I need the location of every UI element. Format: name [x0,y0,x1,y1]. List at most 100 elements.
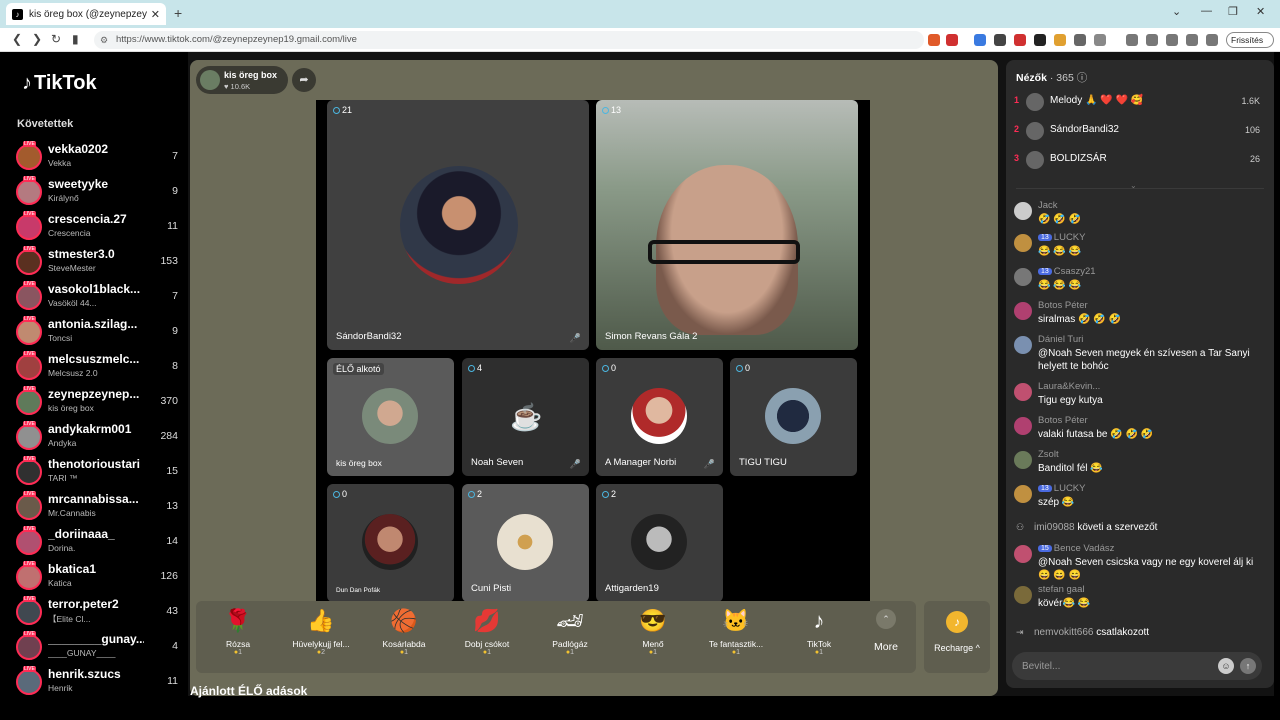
tab-search-icon[interactable]: ⌄ [1172,5,1181,18]
close-tab-icon[interactable]: ✕ [151,8,160,21]
followed-account[interactable]: LIVE ________gunay... ____GUNAY____ 4 [16,631,182,665]
vpn-icon[interactable] [1206,34,1218,46]
recommended-lives-title: Ajánlott ÉLŐ adások [190,684,308,698]
restore-icon[interactable]: ❐ [1228,5,1238,18]
system-username[interactable]: imi09088 [1034,522,1075,533]
account-name: vekka0202 [48,142,109,156]
sidepanel-icon[interactable] [1146,34,1158,46]
update-button[interactable]: Frissítés [1226,32,1274,48]
send-icon[interactable]: ↑ [1240,658,1256,674]
chrome-extension-icon[interactable] [1054,34,1066,46]
guest-tile[interactable]: 21 SándorBandi32 🎤 [327,100,589,350]
browser-tab[interactable]: ♪ kis öreg box (@zeynepzeyne ✕ [6,3,166,25]
dark-extension-icon[interactable] [1034,34,1046,46]
top-viewer-row[interactable]: 2 SándorBandi32 106 [1014,119,1264,143]
account-nickname: Henrik [48,683,73,693]
guest-avatar [362,514,418,570]
followed-account[interactable]: LIVE bkatica1 Katica 126 [16,561,182,595]
system-action: követi a szervezőt [1077,522,1158,533]
chevron-up-icon: ⌃ [876,609,896,629]
host-header[interactable]: kis öreg box ♥ 10.6K [196,66,288,94]
site-info-icon[interactable]: ⚙ [100,31,108,49]
guest-tile[interactable]: 4 ☕ Noah Seven 🎤 [462,358,589,476]
guest-tile[interactable]: ÉLŐ alkotó kis öreg box [327,358,454,476]
viewers-header[interactable]: Nézők · 365 ⓘ [1016,70,1087,85]
new-tab-icon[interactable]: + [174,5,182,21]
gift-item[interactable]: 🏀 Kosárlabda ●1 [364,607,444,656]
leo-icon[interactable] [1186,34,1198,46]
emoji-icon[interactable]: ☺ [1218,658,1234,674]
translate-icon[interactable] [974,34,986,46]
gift-price: ●1 [482,649,492,656]
gift-item[interactable]: 👍 Hüvelykujj fel... ●2 [281,607,361,656]
followed-account[interactable]: LIVE antonia.szilag... Toncsi 9 [16,316,182,350]
media-icon[interactable] [1094,34,1106,46]
back-icon[interactable]: ❮ [12,32,22,46]
followed-account[interactable]: LIVE henrik.szucs Henrik 11 [16,666,182,700]
gift-icon: 🏀 [390,608,418,633]
guest-tile[interactable]: 0 TIGU TIGU [730,358,857,476]
minimize-icon[interactable]: — [1201,5,1212,17]
guest-tile[interactable]: 2 Cuni Pisti [462,484,589,602]
gift-item[interactable]: 🏎 Padlógáz ●1 [530,607,610,656]
system-username[interactable]: nemvokitt666 [1034,627,1093,638]
guest-tile[interactable]: 13 Simon Revans Gála 2 [596,100,858,350]
level-badge: 15 [1038,545,1052,552]
avatar [16,529,42,555]
his-extension-icon[interactable] [1014,34,1026,46]
followed-account[interactable]: LIVE stmester3.0 SteveMester 153 [16,246,182,280]
coffee-cup-icon: ☕ [510,402,543,432]
level-badge: 13 [1038,485,1052,492]
chat-input-box[interactable]: ☺ ↑ [1012,652,1262,680]
followed-account[interactable]: LIVE thenotorioustari TARI ™ 15 [16,456,182,490]
followed-account[interactable]: LIVE vasokol1black... Vasököl 44... 7 [16,281,182,315]
reload-icon[interactable]: ↻ [51,32,61,46]
bookmark-icon[interactable]: ▮ [72,32,79,46]
recharge-button[interactable]: ♪ Recharge ^ [924,601,990,673]
followed-account[interactable]: LIVE mrcannabissa... Mr.Cannabis 13 [16,491,182,525]
followed-account[interactable]: LIVE zeynepzeynep... kis öreg box 370 [16,386,182,420]
followed-account[interactable]: LIVE crescencia.27 Crescencia 11 [16,211,182,245]
wallet-icon[interactable] [1166,34,1178,46]
address-bar[interactable]: ⚙ https://www.tiktok.com/@zeynepzeynep19… [94,31,924,49]
chat-input[interactable] [1022,658,1202,674]
gift-item[interactable]: 🐱 Te fantasztik... ●1 [696,607,776,656]
expand-chevron-icon[interactable]: ⌄ [1130,181,1137,190]
gift-item[interactable]: 😎 Menő ●1 [613,607,693,656]
viewer-count: 9 [172,325,178,337]
followed-account[interactable]: LIVE sweetyyke Királynő 9 [16,176,182,210]
gift-name: Rózsa [225,639,251,649]
account-nickname: Melcsusz 2.0 [48,368,98,378]
top-viewer-row[interactable]: 1 Melody 🙏 ❤️ ❤️ 🥰 1.6K [1014,90,1264,114]
puzzle-extensions-icon[interactable] [1074,34,1086,46]
x-extension-icon[interactable] [994,34,1006,46]
music-icon[interactable] [1126,34,1138,46]
tiktok-logo[interactable]: ♪ TikTok [22,72,97,95]
gift-item[interactable]: ♪ TikTok ●1 [779,607,859,656]
window-close-icon[interactable]: ✕ [1256,5,1265,18]
brave-shield-icon[interactable] [928,34,940,46]
gift-item[interactable]: 🌹 Rózsa ●1 [198,607,278,656]
chat-username: 13 LUCKY [1038,232,1085,243]
more-gifts-button[interactable]: ⌃ More [866,609,906,653]
alert-icon[interactable] [946,34,958,46]
viewer-score: 26 [1249,154,1260,164]
followed-account[interactable]: LIVE andykakrm001 Andyka 284 [16,421,182,455]
followed-account[interactable]: LIVE melcsuszmelc... Melcsusz 2.0 8 [16,351,182,385]
guest-tile[interactable]: 0 A Manager Norbi 🎤 [596,358,723,476]
avatar [16,284,42,310]
top-viewer-row[interactable]: 3 BOLDIZSÁR 26 [1014,148,1264,172]
info-icon[interactable]: ⓘ [1077,72,1088,84]
live-badge: LIVE [23,456,36,462]
guest-tile[interactable]: 2 Attigarden19 [596,484,723,602]
followed-account[interactable]: LIVE _doriinaaa_ Dorina. 14 [16,526,182,560]
rank-number: 3 [1014,153,1020,163]
followed-account[interactable]: LIVE terror.peter2 【Elite Cl... 43 [16,596,182,630]
chat-username: Jack [1038,200,1058,211]
share-icon[interactable]: ➦ [292,68,316,92]
gift-item[interactable]: 💋 Dobj csókot ●1 [447,607,527,656]
account-name: andykakrm001 [48,422,132,436]
forward-icon[interactable]: ❯ [32,32,42,46]
guest-tile[interactable]: 0 Dun Dan Pofák [327,484,454,602]
followed-account[interactable]: LIVE vekka0202 Vekka 7 [16,141,182,175]
